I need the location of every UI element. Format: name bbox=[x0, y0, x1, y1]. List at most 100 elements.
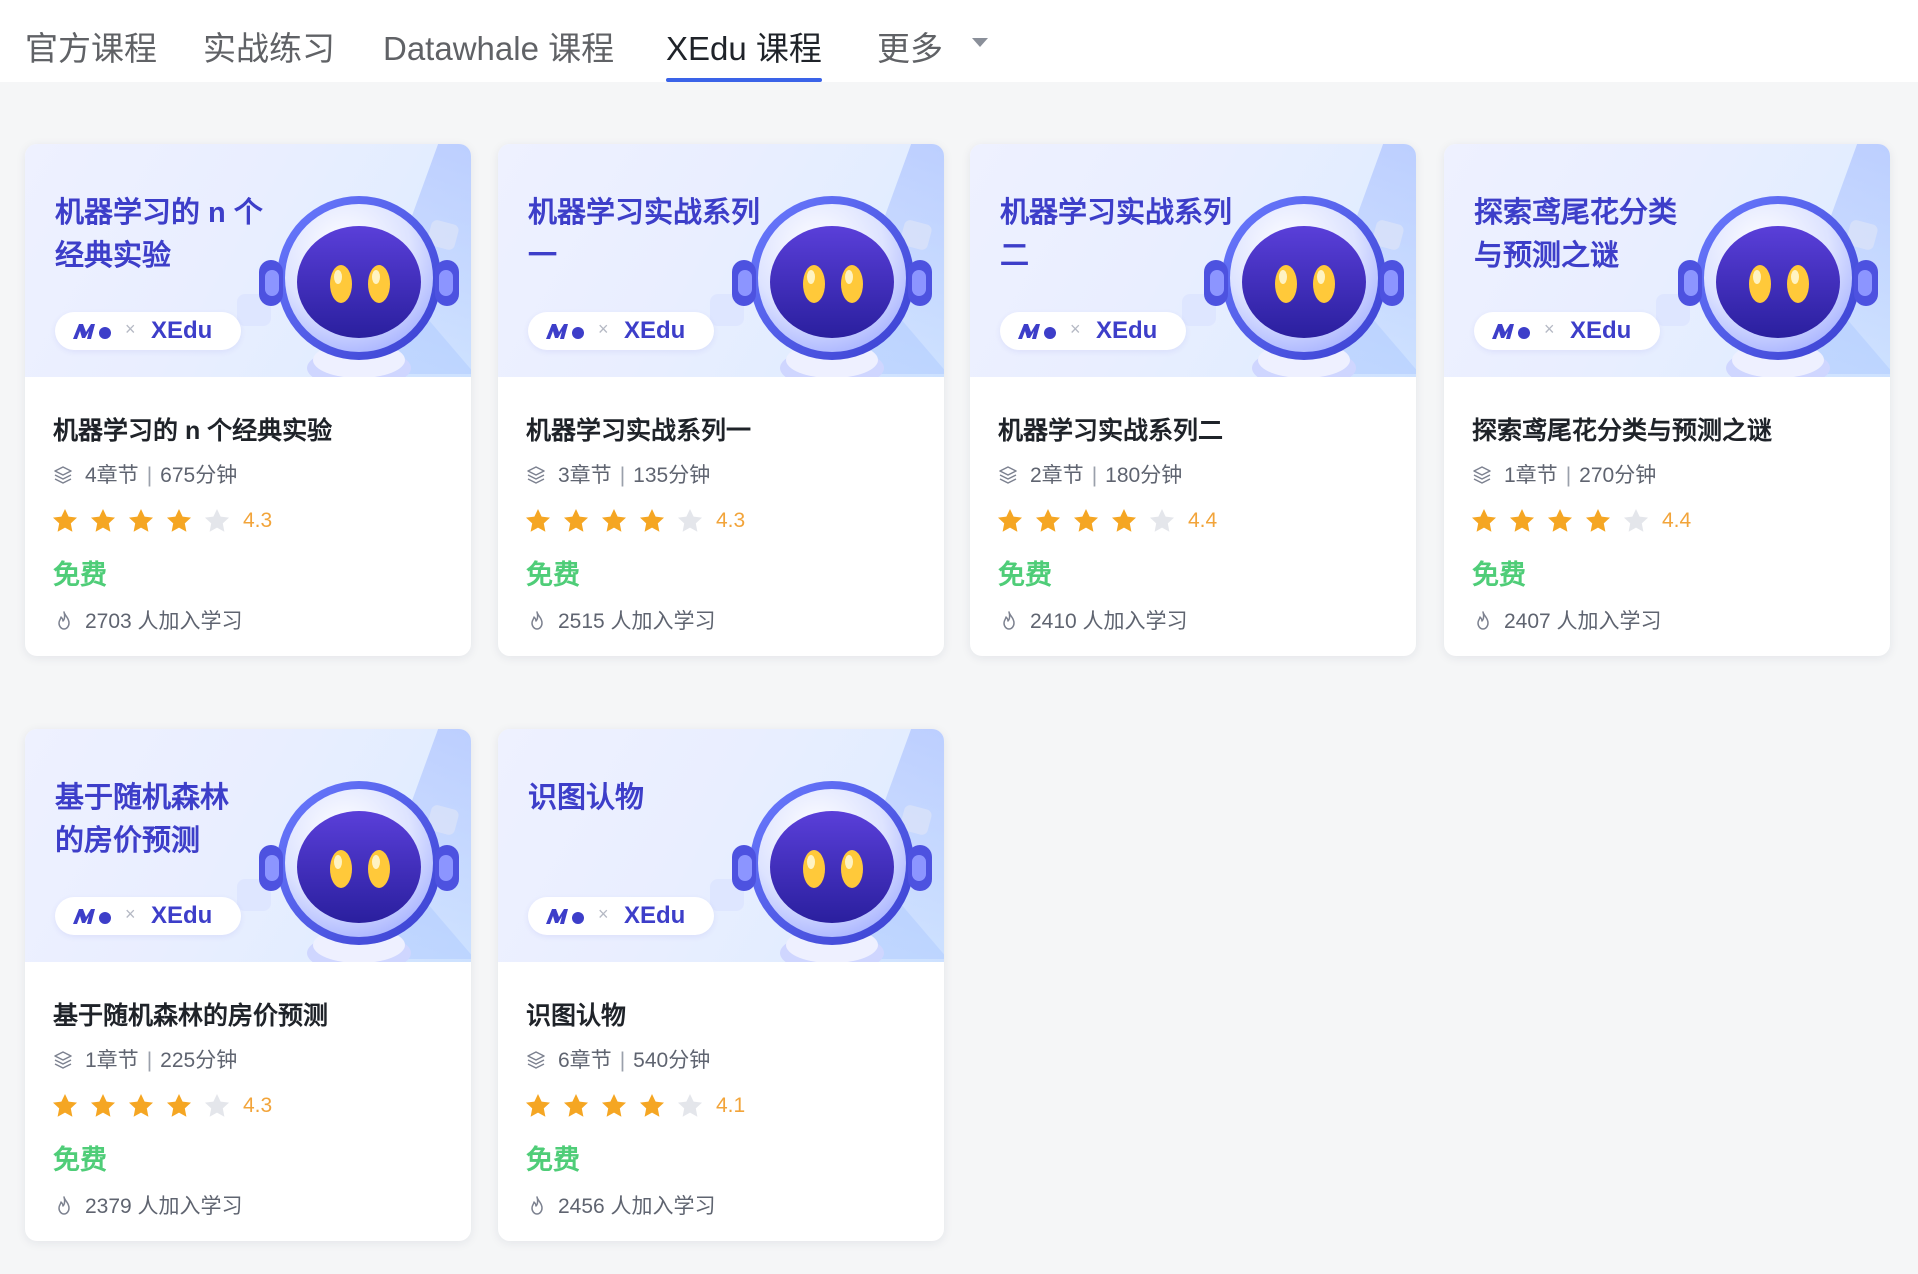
meta-separator: | bbox=[1565, 464, 1572, 487]
course-title[interactable]: 机器学习的 n 个经典实验 bbox=[53, 411, 332, 447]
chapter-count: 6章节 bbox=[558, 1049, 612, 1072]
star-filled-icon bbox=[1074, 509, 1098, 532]
tab-more[interactable]: 更多 bbox=[877, 22, 943, 72]
brand-x-mark: × bbox=[598, 319, 609, 339]
course-meta: 1章节 | 225分钟 bbox=[53, 1044, 238, 1072]
course-title[interactable]: 识图认物 bbox=[526, 996, 626, 1032]
tab-xedu-courses[interactable]: XEdu 课程 bbox=[666, 22, 822, 82]
star-filled-icon bbox=[640, 509, 664, 532]
star-rating: 4.1 bbox=[524, 1092, 745, 1122]
brand-badge: × XEdu bbox=[1474, 312, 1660, 350]
brand-badge: × XEdu bbox=[1000, 312, 1186, 350]
mo-logo-icon bbox=[73, 324, 111, 339]
rating-stars bbox=[996, 509, 1186, 532]
brand-x-mark: × bbox=[598, 904, 609, 924]
course-info: 机器学习实战系列二 2章节 | 180分钟 4.4 免费 2410 人加入学习 bbox=[970, 377, 1416, 656]
star-filled-icon bbox=[167, 1094, 191, 1117]
brand-x-mark: × bbox=[1070, 319, 1081, 339]
course-info: 机器学习的 n 个经典实验 4章节 | 675分钟 4.3 免费 2703 人加入学… bbox=[25, 377, 471, 656]
brand-x-mark: × bbox=[1544, 319, 1555, 339]
rating-value: 4.3 bbox=[243, 509, 273, 532]
course-card-6[interactable]: 识图认物 × XEdu 识图认物 6章节 | 540分钟 4.1 免费 2456… bbox=[498, 729, 944, 1241]
course-meta: 6章节 | 540分钟 bbox=[526, 1044, 710, 1072]
course-duration: 180分钟 bbox=[1105, 464, 1183, 487]
learner-count-text: 2515 人加入学习 bbox=[558, 610, 716, 633]
learner-count: 2410 人加入学习 bbox=[998, 605, 1188, 635]
rating-value: 4.4 bbox=[1188, 509, 1218, 532]
flame-icon bbox=[1477, 611, 1489, 630]
star-rating: 4.3 bbox=[51, 507, 272, 537]
learner-count-text: 2703 人加入学习 bbox=[85, 610, 243, 633]
mo-logo-icon bbox=[1018, 324, 1056, 339]
brand-badge: × XEdu bbox=[55, 312, 241, 350]
course-banner: 识图认物 × XEdu bbox=[498, 729, 944, 962]
course-card-1[interactable]: 机器学习的 n 个 经典实验 × XEdu 机器学习的 n 个经典实验 4章节 … bbox=[25, 144, 471, 656]
course-meta: 2章节 | 180分钟 bbox=[998, 459, 1183, 487]
chapter-count: 1章节 bbox=[1504, 464, 1558, 487]
brand-badge: × XEdu bbox=[528, 897, 714, 935]
course-title[interactable]: 探索鸢尾花分类与预测之谜 bbox=[1472, 411, 1772, 447]
course-title[interactable]: 机器学习实战系列二 bbox=[998, 411, 1223, 447]
course-category-tabs: 官方课程 实战练习 Datawhale 课程 XEdu 课程 更多 bbox=[0, 0, 1918, 82]
star-filled-icon bbox=[1472, 509, 1496, 532]
star-rating: 4.4 bbox=[1470, 507, 1691, 537]
rating-value: 4.1 bbox=[716, 1094, 746, 1117]
flame-icon bbox=[531, 611, 543, 630]
course-duration: 135分钟 bbox=[633, 464, 711, 487]
layers-icon bbox=[1473, 466, 1491, 484]
star-filled-icon bbox=[640, 1094, 664, 1117]
price-label: 免费 bbox=[53, 560, 107, 590]
tab-official-courses[interactable]: 官方课程 bbox=[25, 22, 157, 72]
star-filled-icon bbox=[1548, 509, 1572, 532]
star-empty-icon bbox=[205, 509, 229, 532]
price-label: 免费 bbox=[53, 1145, 107, 1175]
brand-badge: × XEdu bbox=[55, 897, 241, 935]
course-title[interactable]: 基于随机森林的房价预测 bbox=[53, 996, 328, 1032]
course-card-4[interactable]: 探索鸢尾花分类 与预测之谜 × XEdu 探索鸢尾花分类与预测之谜 1章节 | … bbox=[1444, 144, 1890, 656]
flame-icon bbox=[58, 1196, 70, 1215]
brand-name: XEdu bbox=[1570, 317, 1632, 344]
brand-x-mark: × bbox=[125, 319, 136, 339]
learner-count-text: 2379 人加入学习 bbox=[85, 1195, 243, 1218]
star-filled-icon bbox=[526, 509, 550, 532]
learner-count: 2407 人加入学习 bbox=[1472, 605, 1662, 635]
course-duration: 225分钟 bbox=[160, 1049, 238, 1072]
meta-separator: | bbox=[619, 1049, 626, 1072]
brand-name: XEdu bbox=[624, 317, 686, 344]
course-meta: 3章节 | 135分钟 bbox=[526, 459, 711, 487]
course-meta: 4章节 | 675分钟 bbox=[53, 459, 237, 487]
learner-count: 2379 人加入学习 bbox=[53, 1190, 243, 1220]
course-banner: 机器学习实战系列一 × XEdu bbox=[498, 144, 944, 377]
course-card-5[interactable]: 基于随机森林 的房价预测 × XEdu 基于随机森林的房价预测 1章节 | 22… bbox=[25, 729, 471, 1241]
star-filled-icon bbox=[1586, 509, 1610, 532]
star-empty-icon bbox=[678, 1094, 702, 1117]
robot-mascot-icon bbox=[259, 781, 459, 962]
tab-practice[interactable]: 实战练习 bbox=[203, 22, 335, 72]
rating-stars bbox=[1470, 509, 1660, 532]
star-filled-icon bbox=[53, 509, 77, 532]
star-empty-icon bbox=[678, 509, 702, 532]
course-title[interactable]: 机器学习实战系列一 bbox=[526, 411, 751, 447]
flame-icon bbox=[531, 1196, 543, 1215]
rating-stars bbox=[524, 509, 714, 532]
course-card-3[interactable]: 机器学习实战系列二 × XEdu 机器学习实战系列二 2章节 | 180分钟 4… bbox=[970, 144, 1416, 656]
course-card-2[interactable]: 机器学习实战系列一 × XEdu 机器学习实战系列一 3章节 | 135分钟 4… bbox=[498, 144, 944, 656]
star-empty-icon bbox=[205, 1094, 229, 1117]
learner-count: 2515 人加入学习 bbox=[526, 605, 716, 635]
rating-value: 4.4 bbox=[1662, 509, 1692, 532]
star-filled-icon bbox=[526, 1094, 550, 1117]
chapter-count: 2章节 bbox=[1030, 464, 1084, 487]
star-filled-icon bbox=[1036, 509, 1060, 532]
robot-mascot-icon bbox=[259, 196, 459, 377]
tab-datawhale-courses[interactable]: Datawhale 课程 bbox=[383, 22, 614, 72]
layers-icon bbox=[527, 1051, 545, 1069]
star-filled-icon bbox=[129, 509, 153, 532]
price-label: 免费 bbox=[998, 560, 1052, 590]
chapter-count: 3章节 bbox=[558, 464, 612, 487]
course-info: 基于随机森林的房价预测 1章节 | 225分钟 4.3 免费 2379 人加入学习 bbox=[25, 962, 471, 1241]
course-meta: 1章节 | 270分钟 bbox=[1472, 459, 1656, 487]
layers-icon bbox=[999, 466, 1017, 484]
flame-icon bbox=[58, 611, 70, 630]
course-info: 探索鸢尾花分类与预测之谜 1章节 | 270分钟 4.4 免费 2407 人加入学习 bbox=[1444, 377, 1890, 656]
chevron-down-icon[interactable] bbox=[972, 38, 988, 47]
